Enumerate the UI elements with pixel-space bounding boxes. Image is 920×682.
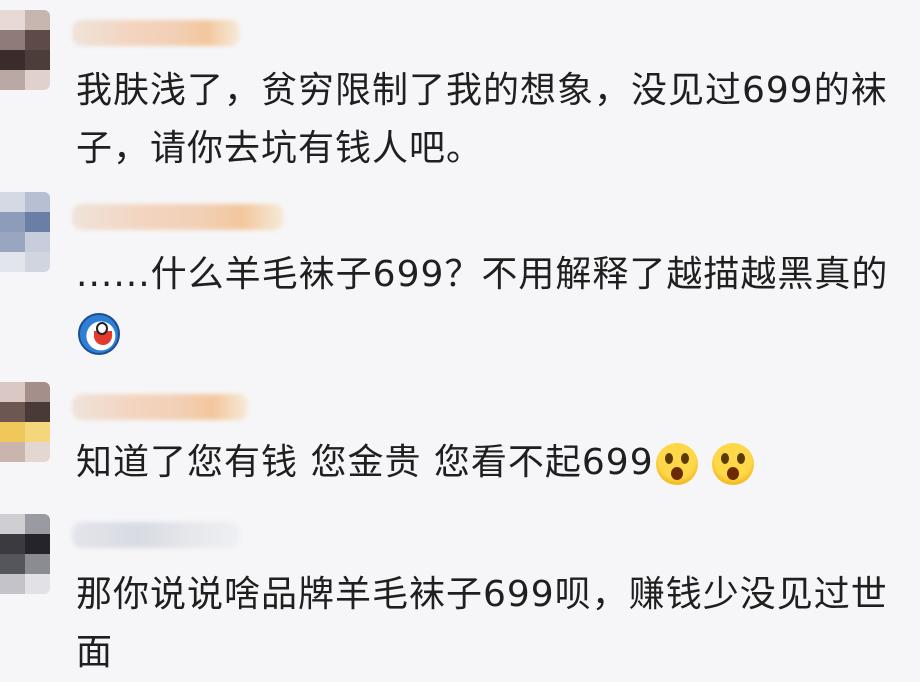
blurred-avatar[interactable] bbox=[0, 10, 50, 90]
blurred-username[interactable] bbox=[72, 204, 284, 230]
comment-text: 知道了您有钱 您金贵 您看不起699 bbox=[76, 434, 900, 492]
blurred-avatar[interactable] bbox=[0, 382, 50, 462]
blurred-username[interactable] bbox=[72, 522, 240, 548]
comment-text: 那你说说啥品牌羊毛袜子699呗，赚钱少没见过世面 bbox=[76, 574, 888, 673]
doraemon-emoji-icon bbox=[78, 313, 120, 355]
blurred-avatar[interactable] bbox=[0, 192, 50, 272]
blurred-avatar[interactable] bbox=[0, 514, 50, 594]
comment-text: ......什么羊毛袜子699？不用解释了越描越黑真的 bbox=[76, 246, 900, 362]
shocked-face-emoji-icon bbox=[711, 443, 754, 485]
shocked-face-emoji-icon bbox=[655, 443, 698, 485]
comment-text-body: ......什么羊毛袜子699？不用解释了越描越黑真的 bbox=[76, 254, 889, 295]
blurred-username[interactable] bbox=[72, 394, 248, 420]
comment-text-body: 知道了您有钱 您金贵 您看不起699 bbox=[76, 442, 654, 483]
blurred-username[interactable] bbox=[72, 20, 240, 46]
comment-text: 我肤浅了，贫穷限制了我的想象，没见过699的袜子，请你去坑有钱人吧。 bbox=[76, 70, 888, 169]
